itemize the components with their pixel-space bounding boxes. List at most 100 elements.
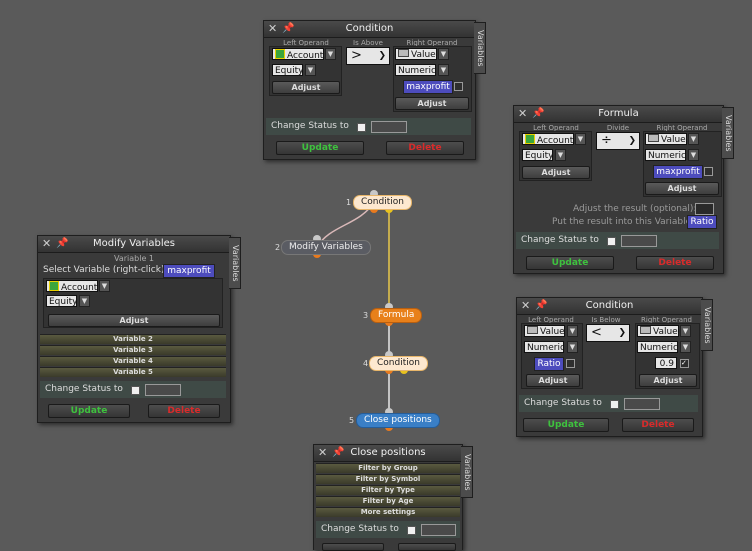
chevron-down-icon[interactable]: ▼ [567,325,578,337]
left-operand-select[interactable]: Account [522,133,574,145]
chevron-down-icon[interactable]: ▼ [688,149,699,161]
operator-select[interactable]: < ❯ [586,324,630,342]
pin-icon[interactable]: 📌 [535,298,547,314]
close-icon[interactable]: ✕ [521,298,530,314]
close-icon[interactable]: ✕ [518,106,527,122]
right-operand-select[interactable]: Value [395,48,437,60]
left-operand-select[interactable]: Account [272,48,324,60]
right-adjust-button[interactable]: Adjust [645,182,719,195]
variables-tab[interactable]: Variables [701,299,713,351]
chevron-down-icon[interactable]: ▼ [79,295,90,307]
flow-node-condition-2[interactable]: Condition [369,356,428,371]
close-icon[interactable]: ✕ [318,445,327,461]
chevron-down-icon[interactable]: ▼ [688,133,699,145]
panel-titlebar[interactable]: ✕ 📌 Formula [514,106,723,123]
result-variable-button[interactable]: Ratio [687,215,717,229]
chevron-down-icon[interactable]: ▼ [438,48,449,60]
change-status-checkbox[interactable] [407,526,416,535]
update-button[interactable]: Update [276,141,364,155]
status-color-box[interactable] [624,398,660,410]
more-settings-row[interactable]: More settings [316,507,460,517]
flow-node-formula[interactable]: Formula [370,308,423,323]
right-type-select[interactable]: Numeric [637,341,678,353]
status-color-box[interactable] [621,235,657,247]
pin-icon[interactable]: 📌 [332,445,344,461]
delete-button[interactable] [398,543,456,551]
left-variable-checkbox[interactable] [566,359,575,368]
variable-2-row[interactable]: Variable 2 [40,334,226,344]
delete-button[interactable]: Delete [622,418,694,432]
source-property-select[interactable]: Equity [46,295,77,307]
variable-4-row[interactable]: Variable 4 [40,356,226,366]
pin-icon[interactable]: 📌 [56,236,68,252]
variables-tab[interactable]: Variables [229,237,241,289]
change-status-checkbox[interactable] [131,386,140,395]
left-property-select[interactable]: Equity [272,64,303,76]
right-variable-checkbox[interactable] [454,82,463,91]
right-operand-select[interactable]: Value [637,325,679,337]
variable-name-button[interactable]: maxprofit [163,264,215,278]
right-type-select[interactable]: Numeric [395,64,436,76]
adjust-button[interactable]: Adjust [48,314,220,327]
chevron-down-icon[interactable]: ▼ [567,341,578,353]
variables-tab[interactable]: Variables [722,107,734,159]
right-variable-button[interactable]: maxprofit [653,165,703,179]
right-value-checkbox[interactable]: ✓ [680,359,689,368]
pin-icon[interactable]: 📌 [282,21,294,37]
pin-icon[interactable]: 📌 [532,106,544,122]
right-adjust-button[interactable]: Adjust [395,97,469,110]
filter-by-age-row[interactable]: Filter by Age [316,496,460,506]
flow-node-close-positions[interactable]: Close positions [356,413,440,428]
flow-node-condition-1[interactable]: Condition [353,195,412,210]
chevron-down-icon[interactable]: ▼ [305,64,316,76]
left-adjust-button[interactable]: Adjust [522,166,590,179]
right-value-input[interactable]: 0.9 [655,357,677,369]
delete-button[interactable]: Delete [386,141,464,155]
right-type-select[interactable]: Numeric [645,149,686,161]
left-property-select[interactable]: Equity [522,149,553,161]
chevron-down-icon[interactable]: ▼ [680,325,691,337]
chevron-down-icon[interactable]: ▼ [325,48,336,60]
flow-node-modify-variables[interactable]: Modify Variables [281,240,371,255]
left-variable-button[interactable]: Ratio [534,357,564,371]
delete-button[interactable]: Delete [636,256,714,270]
status-color-box[interactable] [145,384,181,396]
panel-titlebar[interactable]: ✕ 📌 Condition [517,298,702,315]
panel-titlebar[interactable]: ✕ 📌 Condition [264,21,475,38]
panel-titlebar[interactable]: ✕ 📌 Close positions [314,445,462,462]
variable-5-row[interactable]: Variable 5 [40,367,226,377]
right-variable-checkbox[interactable] [704,167,713,176]
variables-tab[interactable]: Variables [474,22,486,74]
chevron-down-icon[interactable]: ▼ [555,149,566,161]
operator-select[interactable]: ÷ ❯ [596,132,640,150]
left-operand-select[interactable]: Value [524,325,565,337]
panel-titlebar[interactable]: ✕ 📌 Modify Variables [38,236,230,253]
chevron-down-icon[interactable]: ▼ [438,64,449,76]
status-color-box[interactable] [421,524,456,536]
close-icon[interactable]: ✕ [42,236,51,252]
left-type-select[interactable]: Numeric [524,341,564,353]
change-status-checkbox[interactable] [357,123,366,132]
filter-by-type-row[interactable]: Filter by Type [316,485,460,495]
filter-by-symbol-row[interactable]: Filter by Symbol [316,474,460,484]
variables-tab[interactable]: Variables [461,446,473,498]
delete-button[interactable]: Delete [148,404,220,418]
source-select[interactable]: Account [46,280,98,292]
update-button[interactable]: Update [48,404,130,418]
adjust-result-box[interactable] [695,203,714,215]
variable-3-row[interactable]: Variable 3 [40,345,226,355]
left-adjust-button[interactable]: Adjust [526,374,580,387]
filter-by-group-row[interactable]: Filter by Group [316,463,460,473]
update-button[interactable] [322,543,384,551]
status-color-box[interactable] [371,121,407,133]
right-variable-button[interactable]: maxprofit [403,80,453,94]
update-button[interactable]: Update [526,256,614,270]
right-operand-select[interactable]: Value [645,133,687,145]
update-button[interactable]: Update [523,418,609,432]
change-status-checkbox[interactable] [610,400,619,409]
change-status-checkbox[interactable] [607,237,616,246]
close-icon[interactable]: ✕ [268,21,277,37]
left-adjust-button[interactable]: Adjust [272,81,340,94]
chevron-down-icon[interactable]: ▼ [99,280,110,292]
right-adjust-button[interactable]: Adjust [639,374,697,387]
